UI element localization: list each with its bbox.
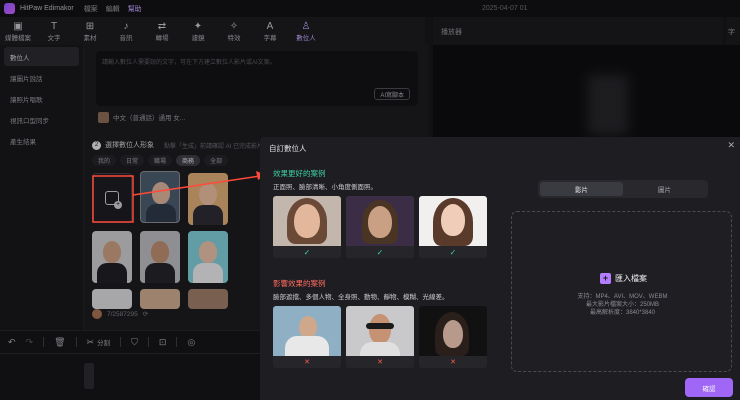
tab-image[interactable]: 圖片 (623, 182, 706, 196)
good-examples-desc: 正面照、臉部清晰、小角度側面照。 (273, 184, 377, 191)
bad-example: ✕ (419, 306, 487, 368)
tab-video[interactable]: 影片 (540, 182, 623, 196)
good-example: ✓ (346, 196, 414, 258)
max-file-size: 最大影片檔案大小：250MB (585, 302, 659, 308)
good-example: ✓ (419, 196, 487, 258)
bad-examples-desc: 臉部遮擋、多個人物、全身照、動物、靜物、模糊、光線差。 (273, 294, 449, 301)
cross-icon: ✕ (346, 356, 414, 368)
confirm-button[interactable]: 確認 (685, 378, 733, 397)
app-window: HitPaw Edimakor 檔案 編輯 幫助 2025-04-07 01 ▣… (0, 0, 740, 400)
upload-requirements: 支持：MP4、AVI、MOV、WEBM 最大影片檔案大小：250MB 最高解析度… (512, 293, 733, 317)
check-icon: ✓ (419, 246, 487, 258)
import-file-button[interactable]: + 匯入檔案 (600, 273, 647, 284)
good-example: ✓ (273, 196, 341, 258)
custom-avatar-dialog: 自訂數位人 ✕ 效果更好的案例 正面照、臉部清晰、小角度側面照。 ✓ ✓ ✓ 影… (260, 137, 740, 400)
check-icon: ✓ (346, 246, 414, 258)
dialog-title: 自訂數位人 (269, 144, 307, 153)
import-file-label: 匯入檔案 (615, 274, 647, 283)
bad-examples-title: 影響效果的案例 (273, 279, 326, 288)
upload-type-tabs: 影片 圖片 (538, 180, 708, 198)
close-icon[interactable]: ✕ (727, 140, 735, 151)
max-resolution: 最高解析度：3840*3840 (589, 310, 656, 316)
check-icon: ✓ (273, 246, 341, 258)
bad-example: ✕ (346, 306, 414, 368)
cross-icon: ✕ (273, 356, 341, 368)
supported-formats: 支持：MP4、AVI、MOV、WEBM (577, 294, 668, 300)
cross-icon: ✕ (419, 356, 487, 368)
sunglasses (366, 323, 394, 329)
file-dropzone[interactable]: + 匯入檔案 支持：MP4、AVI、MOV、WEBM 最大影片檔案大小：250M… (511, 211, 732, 372)
bad-example: ✕ (273, 306, 341, 368)
confirm-label: 確認 (702, 385, 716, 393)
plus-icon: + (600, 273, 611, 284)
good-examples-title: 效果更好的案例 (273, 169, 326, 178)
